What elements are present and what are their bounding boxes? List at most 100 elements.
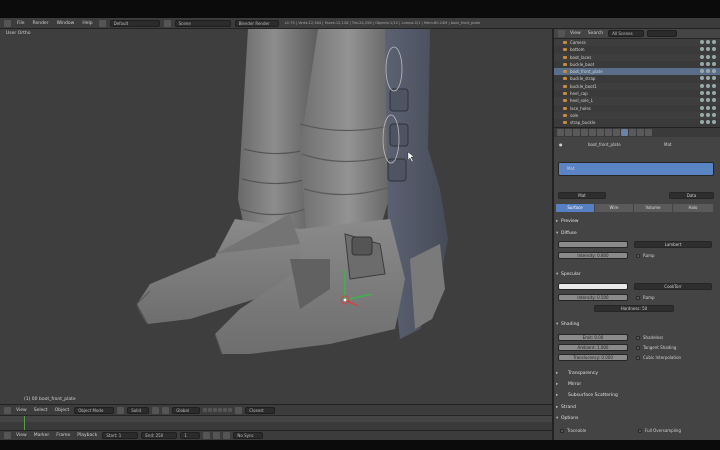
pivot-icon[interactable]: [152, 406, 160, 414]
panel-specular[interactable]: Specular: [554, 272, 720, 277]
panel-sss[interactable]: Subsurface Scattering: [554, 393, 720, 398]
menu-view[interactable]: View: [568, 31, 583, 36]
material-slot-list[interactable]: Mat: [558, 162, 714, 176]
menu-help[interactable]: Help: [80, 21, 94, 26]
camera-render-icon[interactable]: [712, 61, 716, 66]
diffuse-intensity-slider[interactable]: Intensity: 0.800: [558, 252, 628, 259]
manipulator-icon[interactable]: [162, 406, 170, 414]
specular-intensity-slider[interactable]: Intensity: 0.500: [558, 294, 628, 301]
cursor-select-icon[interactable]: [706, 83, 710, 88]
camera-render-icon[interactable]: [712, 69, 716, 74]
eye-icon[interactable]: [700, 91, 704, 96]
menu-view[interactable]: View: [14, 408, 29, 413]
material-tab-icon[interactable]: [621, 129, 628, 136]
outliner-item[interactable]: lace_holes: [554, 105, 720, 112]
panel-mirror[interactable]: Mirror: [554, 382, 720, 387]
shading-select[interactable]: Solid: [127, 406, 150, 414]
outliner-search-input[interactable]: [647, 30, 678, 37]
render-engine-select[interactable]: Blender Render: [234, 19, 279, 27]
material-name-field[interactable]: Mat: [558, 192, 606, 199]
texture-tab-icon[interactable]: [629, 129, 636, 136]
outliner-item[interactable]: Camera: [554, 39, 720, 47]
editor-type-icon[interactable]: [4, 406, 11, 414]
menu-render[interactable]: Render: [31, 21, 51, 26]
menu-window[interactable]: Window: [55, 21, 77, 26]
ramp-checkbox[interactable]: [636, 254, 640, 258]
cursor-select-icon[interactable]: [706, 47, 710, 52]
timeline[interactable]: [0, 415, 552, 431]
camera-render-icon[interactable]: [712, 120, 716, 125]
end-frame-field[interactable]: End: 250: [141, 432, 178, 439]
cursor-select-icon[interactable]: [706, 40, 710, 44]
cursor-select-icon[interactable]: [706, 91, 710, 96]
play-forward-icon[interactable]: [223, 432, 231, 439]
menu-marker[interactable]: Marker: [32, 433, 52, 438]
tab-volume[interactable]: Volume: [634, 204, 672, 212]
menu-frame[interactable]: Frame: [54, 433, 72, 438]
camera-render-icon[interactable]: [712, 83, 716, 88]
eye-icon[interactable]: [700, 105, 704, 110]
translucency-field[interactable]: Translucency: 0.000: [558, 354, 628, 361]
eye-icon[interactable]: [700, 120, 704, 125]
camera-render-icon[interactable]: [712, 40, 716, 44]
timeline-ruler[interactable]: [0, 416, 552, 422]
eye-icon[interactable]: [700, 47, 704, 52]
camera-render-icon[interactable]: [712, 112, 716, 117]
render-tab-icon[interactable]: [557, 129, 564, 136]
panel-transparency[interactable]: Transparency: [554, 371, 720, 376]
world-tab-icon[interactable]: [581, 129, 588, 136]
eye-icon[interactable]: [700, 40, 704, 44]
shadeless-checkbox[interactable]: [636, 336, 640, 340]
camera-render-icon[interactable]: [712, 91, 716, 96]
outliner-item[interactable]: buckle_boot: [554, 61, 720, 68]
scene-tab-icon[interactable]: [573, 129, 580, 136]
eye-icon[interactable]: [700, 98, 704, 103]
menu-select[interactable]: Select: [32, 408, 50, 413]
tab-wire[interactable]: Wire: [595, 204, 633, 212]
camera-render-icon[interactable]: [712, 98, 716, 103]
menu-object[interactable]: Object: [53, 408, 72, 413]
outliner-item[interactable]: buckle_strap: [554, 75, 720, 82]
particles-tab-icon[interactable]: [637, 129, 644, 136]
emit-field[interactable]: Emit: 0.00: [558, 334, 628, 341]
3d-viewport[interactable]: User Ortho (1) 00 boot_front_plate: [0, 29, 552, 404]
full-oversampling-checkbox[interactable]: [638, 429, 642, 433]
scene-select[interactable]: Scene: [174, 19, 231, 27]
layer-buttons[interactable]: [203, 408, 233, 412]
panel-strand[interactable]: Strand: [554, 405, 720, 410]
menu-search[interactable]: Search: [586, 31, 605, 36]
traceable-checkbox[interactable]: [560, 429, 564, 433]
diffuse-color[interactable]: [558, 241, 628, 248]
ambient-field[interactable]: Ambient: 1.000: [558, 344, 628, 351]
current-frame-field[interactable]: 1: [180, 432, 201, 439]
panel-preview[interactable]: Preview: [554, 219, 720, 224]
current-frame-marker[interactable]: [24, 416, 25, 431]
snap-target-select[interactable]: Closest: [245, 406, 276, 414]
editor-type-icon[interactable]: [4, 432, 11, 439]
render-layers-tab-icon[interactable]: [565, 129, 572, 136]
hardness-field[interactable]: Hardness: 50: [594, 305, 674, 312]
tab-surface[interactable]: Surface: [556, 204, 594, 212]
camera-render-icon[interactable]: [712, 105, 716, 110]
specular-shader-select[interactable]: CookTorr: [634, 283, 712, 290]
tangent-shading-checkbox[interactable]: [636, 346, 640, 350]
cursor-select-icon[interactable]: [706, 61, 710, 66]
panel-shading[interactable]: Shading: [554, 322, 720, 327]
menu-view[interactable]: View: [14, 433, 29, 438]
cursor-select-icon[interactable]: [706, 112, 710, 117]
cursor-select-icon[interactable]: [706, 54, 710, 59]
screen-layout-select[interactable]: Default: [109, 19, 160, 27]
eye-icon[interactable]: [700, 69, 704, 74]
outliner-item[interactable]: strap_buckle: [554, 119, 720, 126]
eye-icon[interactable]: [700, 54, 704, 59]
cursor-select-icon[interactable]: [706, 98, 710, 103]
panel-options[interactable]: Options: [554, 416, 720, 421]
mode-select[interactable]: Object Mode: [74, 406, 115, 414]
specular-ramp-checkbox[interactable]: [636, 296, 640, 300]
constraints-tab-icon[interactable]: [597, 129, 604, 136]
eye-icon[interactable]: [700, 61, 704, 66]
tab-halo[interactable]: Halo: [673, 204, 713, 212]
menu-playback[interactable]: Playback: [75, 433, 99, 438]
panel-diffuse[interactable]: Diffuse: [554, 231, 720, 236]
outliner-item[interactable]: sole: [554, 111, 720, 120]
